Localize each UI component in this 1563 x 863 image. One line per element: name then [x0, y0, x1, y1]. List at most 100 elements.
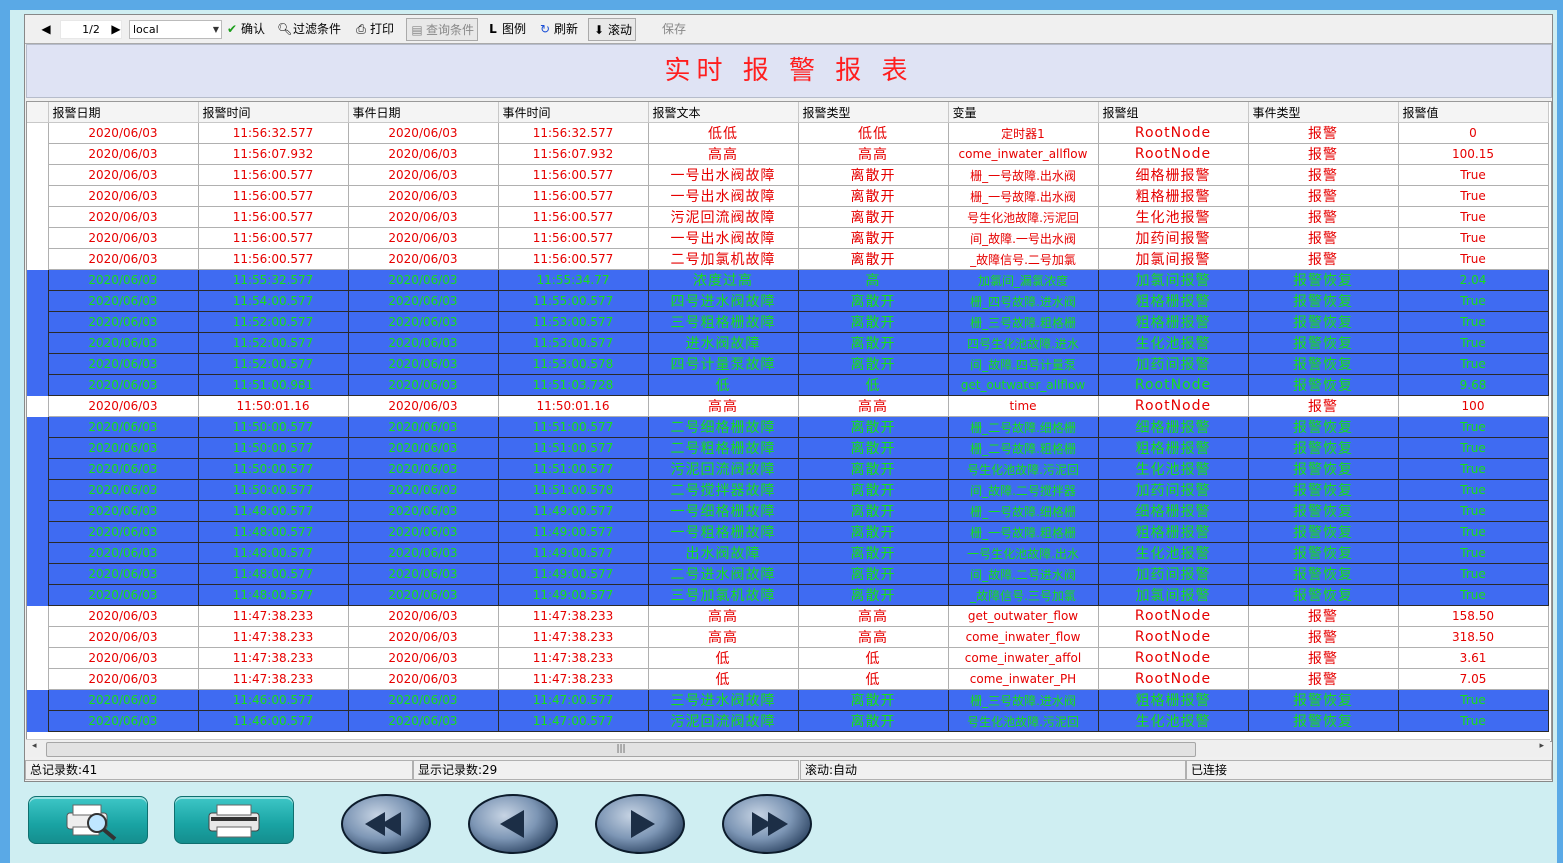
- recovery-row[interactable]: 2020/06/03 11:46:00.577 2020/06/03 11:47:00…: [27, 689, 1549, 711]
- print-report-button[interactable]: [174, 796, 294, 844]
- recovery-row[interactable]: 2020/06/03 11:48:00.577 2020/06/03 11:49:00…: [27, 542, 1549, 564]
- scroll-button[interactable]: ⬇ 滚动: [588, 18, 637, 41]
- row-header[interactable]: [27, 143, 48, 165]
- alarm-row[interactable]: 2020/06/03 11:56:07.932 2020/06/03 11:56:07…: [27, 143, 1549, 165]
- column-header[interactable]: 报警组: [1098, 102, 1249, 123]
- next-page-big-button[interactable]: [595, 794, 685, 854]
- legend-button[interactable]: L 图例: [486, 18, 526, 39]
- row-header[interactable]: [27, 710, 48, 732]
- row-header[interactable]: [27, 626, 48, 648]
- alarm-row[interactable]: 2020/06/03 11:47:38.233 2020/06/03 11:47:38…: [27, 647, 1549, 669]
- row-header[interactable]: [27, 668, 48, 690]
- alarm-row[interactable]: 2020/06/03 11:56:00.577 2020/06/03 11:56:00…: [27, 206, 1549, 228]
- table-cell: 2020/06/03: [347, 164, 499, 186]
- confirm-label: 确认: [241, 22, 266, 36]
- column-header[interactable]: 事件时间: [498, 102, 649, 123]
- row-header[interactable]: [27, 605, 48, 627]
- row-header[interactable]: [27, 521, 48, 543]
- row-header[interactable]: [27, 227, 48, 249]
- recovery-row[interactable]: 2020/06/03 11:51:00.981 2020/06/03 11:51:03…: [27, 374, 1549, 396]
- row-header[interactable]: [27, 542, 48, 564]
- next-page-button[interactable]: ▶: [109, 18, 125, 39]
- row-header[interactable]: [27, 584, 48, 606]
- prev-page-big-button[interactable]: [468, 794, 558, 854]
- row-header[interactable]: [27, 332, 48, 354]
- column-header[interactable]: 报警类型: [798, 102, 949, 123]
- row-header[interactable]: [27, 458, 48, 480]
- recovery-row[interactable]: 2020/06/03 11:52:00.577 2020/06/03 11:53:00…: [27, 353, 1549, 375]
- recovery-row[interactable]: 2020/06/03 11:48:00.577 2020/06/03 11:49:00…: [27, 521, 1549, 543]
- filter-button[interactable]: 🔍︎ 过滤条件: [277, 18, 341, 39]
- recovery-row[interactable]: 2020/06/03 11:50:00.577 2020/06/03 11:51:00…: [27, 437, 1549, 459]
- column-header[interactable]: 报警时间: [198, 102, 349, 123]
- column-header[interactable]: 变量: [948, 102, 1099, 123]
- recovery-row[interactable]: 2020/06/03 11:55:32.577 2020/06/03 11:55:34…: [27, 269, 1549, 291]
- row-header[interactable]: [27, 311, 48, 333]
- row-header[interactable]: [27, 206, 48, 228]
- scrollbar-thumb[interactable]: |||: [46, 742, 1196, 757]
- scroll-left-icon[interactable]: ◂: [32, 741, 37, 751]
- row-header[interactable]: [27, 269, 48, 291]
- row-header[interactable]: [27, 647, 48, 669]
- last-page-button[interactable]: [722, 794, 812, 854]
- row-header[interactable]: [27, 416, 48, 438]
- refresh-button[interactable]: ↻ 刷新: [538, 18, 578, 39]
- row-header[interactable]: [27, 374, 48, 396]
- row-header[interactable]: [27, 185, 48, 207]
- table-cell: 三号进水阀故障: [647, 689, 799, 711]
- row-header[interactable]: [27, 248, 48, 270]
- alarm-row[interactable]: 2020/06/03 11:56:32.577 2020/06/03 11:56:32…: [27, 122, 1549, 144]
- recovery-row[interactable]: 2020/06/03 11:50:00.577 2020/06/03 11:51:00…: [27, 458, 1549, 480]
- alarm-row[interactable]: 2020/06/03 11:50:01.16 2020/06/03 11:50:01.…: [27, 395, 1549, 417]
- recovery-row[interactable]: 2020/06/03 11:48:00.577 2020/06/03 11:49:00…: [27, 584, 1549, 606]
- table-cell: 生化池报警: [1097, 542, 1249, 564]
- table-cell: 11:47:00.577: [497, 689, 649, 711]
- recovery-row[interactable]: 2020/06/03 11:54:00.577 2020/06/03 11:55:00…: [27, 290, 1549, 312]
- table-cell: 加氯间报警: [1097, 269, 1249, 291]
- confirm-button[interactable]: ✔ 确认: [225, 18, 265, 39]
- row-header[interactable]: [27, 437, 48, 459]
- column-header[interactable]: 报警日期: [48, 102, 199, 123]
- query-button[interactable]: ▤ 查询条件: [406, 18, 479, 41]
- recovery-row[interactable]: 2020/06/03 11:48:00.577 2020/06/03 11:49:00…: [27, 500, 1549, 522]
- first-page-button[interactable]: [341, 794, 431, 854]
- column-header[interactable]: 事件类型: [1248, 102, 1399, 123]
- alarm-row[interactable]: 2020/06/03 11:56:00.577 2020/06/03 11:56:00…: [27, 248, 1549, 270]
- row-header[interactable]: [27, 395, 48, 417]
- table-cell: 2020/06/03: [347, 542, 499, 564]
- recovery-row[interactable]: 2020/06/03 11:52:00.577 2020/06/03 11:53:00…: [27, 332, 1549, 354]
- row-header[interactable]: [27, 689, 48, 711]
- column-header[interactable]: 报警值: [1398, 102, 1549, 123]
- column-header[interactable]: 事件日期: [348, 102, 499, 123]
- row-header[interactable]: [27, 479, 48, 501]
- table-cell: get_outwater_flow: [947, 605, 1099, 627]
- alarm-row[interactable]: 2020/06/03 11:56:00.577 2020/06/03 11:56:00…: [27, 227, 1549, 249]
- row-header[interactable]: [27, 290, 48, 312]
- save-button[interactable]: 保存: [662, 18, 686, 39]
- row-header[interactable]: [27, 500, 48, 522]
- row-header[interactable]: [27, 563, 48, 585]
- recovery-row[interactable]: 2020/06/03 11:52:00.577 2020/06/03 11:53:00…: [27, 311, 1549, 333]
- alarm-row[interactable]: 2020/06/03 11:47:38.233 2020/06/03 11:47:38…: [27, 605, 1549, 627]
- alarm-row[interactable]: 2020/06/03 11:47:38.233 2020/06/03 11:47:38…: [27, 626, 1549, 648]
- print-preview-button[interactable]: [28, 796, 148, 844]
- source-select[interactable]: local ▼: [129, 20, 222, 39]
- row-header[interactable]: [27, 122, 48, 144]
- recovery-row[interactable]: 2020/06/03 11:46:00.577 2020/06/03 11:47:00…: [27, 710, 1549, 732]
- row-header[interactable]: [27, 353, 48, 375]
- table-cell: 离散开: [797, 311, 949, 333]
- recovery-row[interactable]: 2020/06/03 11:48:00.577 2020/06/03 11:49:00…: [27, 563, 1549, 585]
- recovery-row[interactable]: 2020/06/03 11:50:00.577 2020/06/03 11:51:00…: [27, 479, 1549, 501]
- print-button[interactable]: ⎙ 打印: [354, 18, 394, 39]
- query-icon: ▤: [411, 22, 423, 37]
- recovery-row[interactable]: 2020/06/03 11:50:00.577 2020/06/03 11:51:00…: [27, 416, 1549, 438]
- alarm-row[interactable]: 2020/06/03 11:56:00.577 2020/06/03 11:56:00…: [27, 164, 1549, 186]
- alarm-row[interactable]: 2020/06/03 11:56:00.577 2020/06/03 11:56:00…: [27, 185, 1549, 207]
- row-header[interactable]: [27, 164, 48, 186]
- horizontal-scrollbar[interactable]: ◂ ||| ▸: [26, 739, 1550, 757]
- prev-page-button[interactable]: ◀: [39, 18, 55, 39]
- alarm-row[interactable]: 2020/06/03 11:47:38.233 2020/06/03 11:47:38…: [27, 668, 1549, 690]
- column-header[interactable]: 报警文本: [648, 102, 799, 123]
- table-cell: 11:56:00.577: [197, 248, 349, 270]
- scroll-right-icon[interactable]: ▸: [1539, 741, 1544, 751]
